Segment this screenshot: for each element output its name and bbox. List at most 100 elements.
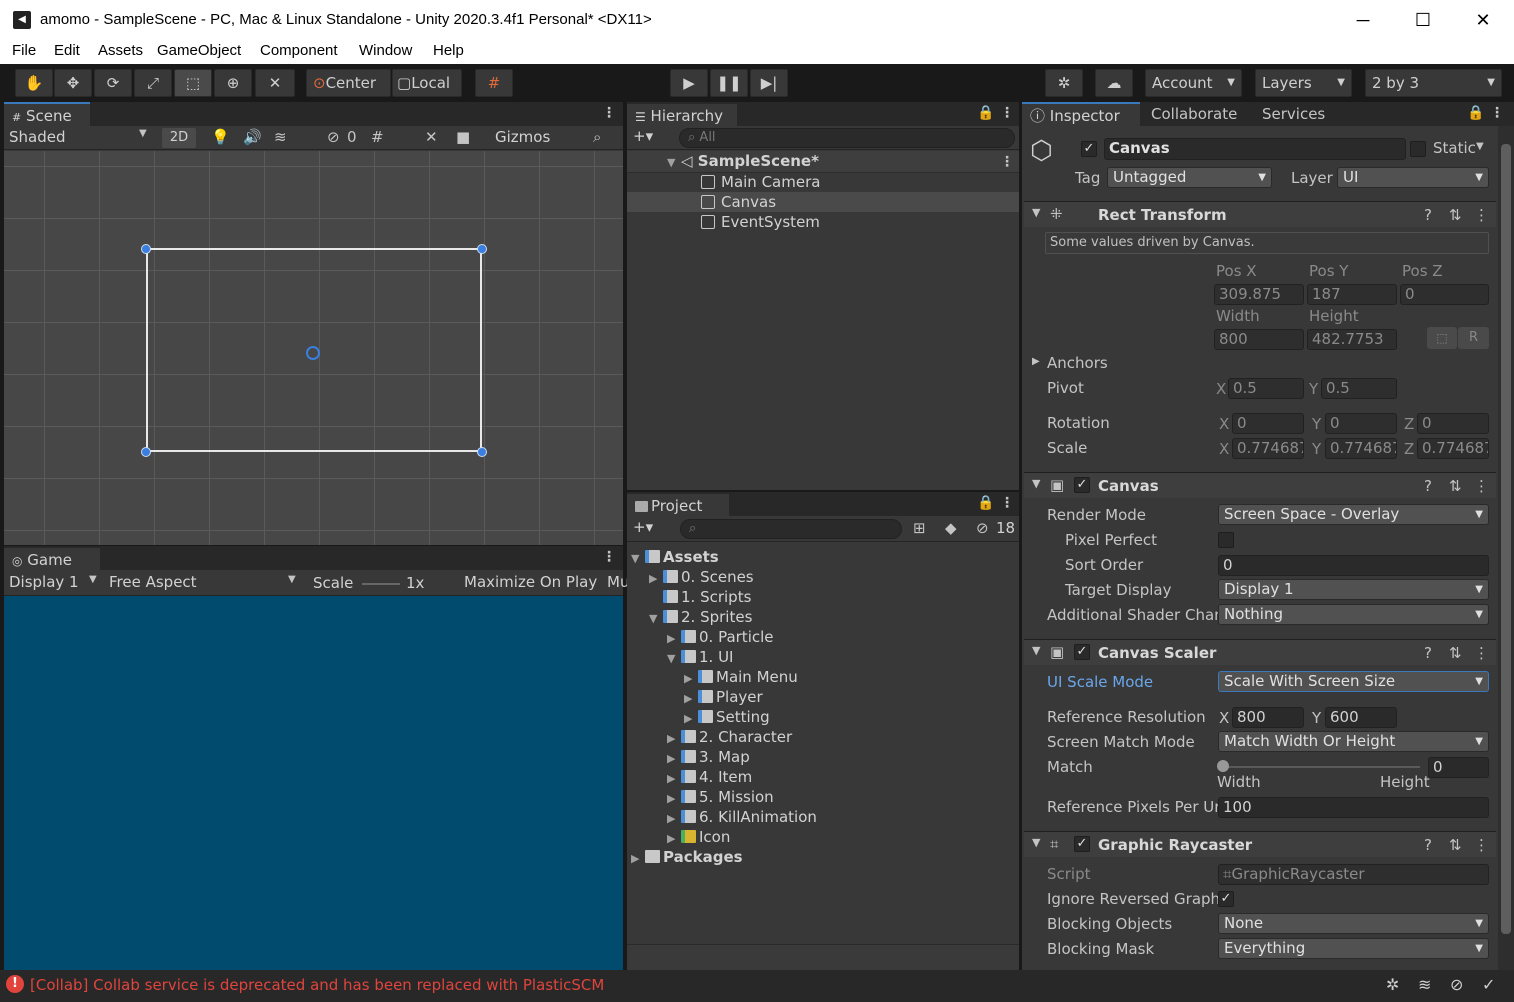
expand-arrow-icon[interactable]: ▶ — [667, 772, 681, 785]
kebab-menu-icon[interactable]: ⋮ — [602, 549, 616, 565]
screen-match-mode-dropdown[interactable]: Match Width Or Height ▼ — [1218, 731, 1489, 752]
tab-services[interactable]: Services — [1262, 102, 1325, 126]
stack-icon[interactable]: ≋ — [1418, 975, 1431, 994]
scene-header-row[interactable]: ▼ ◁ SampleScene* ⋮ — [627, 151, 1019, 173]
kebab-menu-icon[interactable]: ⋮ — [1000, 154, 1014, 170]
help-icon[interactable]: ? — [1424, 644, 1432, 662]
ui-scale-mode-dropdown[interactable]: Scale With Screen Size ▼ — [1218, 671, 1489, 692]
kebab-menu-icon[interactable]: ⋮ — [1490, 105, 1504, 121]
hierarchy-search-input[interactable]: ⌕ All — [679, 128, 1015, 148]
status-message[interactable]: [Collab] Collab service is deprecated an… — [30, 976, 604, 994]
scene-root-item[interactable]: ▼ ◁ SampleScene* — [667, 152, 819, 170]
rect-handle[interactable] — [477, 447, 487, 457]
account-dropdown[interactable]: Account ▼ — [1145, 69, 1242, 97]
blocking-objects-dropdown[interactable]: None ▼ — [1218, 913, 1489, 934]
project-item-ui[interactable]: ▼ 1. UI — [667, 648, 733, 666]
help-icon[interactable]: ? — [1424, 477, 1432, 495]
project-item-assets[interactable]: ▼ Assets — [631, 548, 719, 566]
hand-tool-icon[interactable]: ✋ — [15, 69, 53, 97]
menu-gameobject[interactable]: GameObject — [157, 42, 241, 59]
project-item-sprites[interactable]: ▼ 2. Sprites — [649, 608, 752, 626]
tab-scene[interactable]: # Scene — [4, 102, 90, 126]
scale-tool-icon[interactable]: ⤢ — [134, 69, 172, 97]
lock-icon[interactable]: 🔒 — [1467, 105, 1484, 121]
kebab-menu-icon[interactable]: ⋮ — [1474, 836, 1489, 854]
scrollbar-thumb[interactable] — [1501, 144, 1511, 934]
expand-arrow-icon[interactable]: ▶ — [667, 812, 681, 825]
menu-component[interactable]: Component — [260, 42, 338, 59]
shader-channels-dropdown[interactable]: Nothing ▼ — [1218, 604, 1489, 625]
expand-arrow-icon[interactable]: ▼ — [1032, 206, 1040, 219]
hierarchy-item-eventsystem[interactable]: EventSystem — [701, 213, 820, 231]
hidden-objects-icon[interactable]: ⊘ — [327, 128, 340, 146]
target-display-dropdown[interactable]: Display 1 ▼ — [1218, 579, 1489, 600]
preset-icon[interactable]: ⇅ — [1449, 644, 1462, 662]
minimize-button[interactable]: ─ — [1340, 6, 1386, 34]
tab-game[interactable]: ◎ Game — [4, 546, 100, 570]
ignore-reversed-checkbox[interactable]: ✓ — [1218, 891, 1234, 907]
layout-dropdown[interactable]: 2 by 3 ▼ — [1365, 69, 1502, 97]
bug-off-icon[interactable]: ⊘ — [1450, 975, 1463, 994]
tab-hierarchy[interactable]: ☰ Hierarchy — [627, 102, 737, 126]
ref-y-field[interactable]: 600 — [1325, 707, 1397, 728]
expand-arrow-icon[interactable]: ▼ — [667, 156, 681, 169]
collab-icon[interactable]: ✲ — [1045, 69, 1083, 97]
project-item-icon[interactable]: ▶ Icon — [667, 828, 730, 846]
project-item-item[interactable]: ▶ 4. Item — [667, 768, 752, 786]
shading-dropdown[interactable]: Shaded — [9, 128, 66, 146]
expand-arrow-icon[interactable]: ▶ — [684, 672, 698, 685]
menu-assets[interactable]: Assets — [98, 42, 143, 59]
blocking-mask-dropdown[interactable]: Everything ▼ — [1218, 938, 1489, 959]
inspector-scrollbar[interactable] — [1498, 126, 1514, 970]
expand-arrow-icon[interactable]: ▼ — [1032, 644, 1040, 657]
expand-arrow-icon[interactable]: ▶ — [667, 632, 681, 645]
expand-arrow-icon[interactable]: ▼ — [649, 612, 663, 625]
expand-arrow-icon[interactable]: ▶ — [667, 832, 681, 845]
help-icon[interactable]: ? — [1424, 836, 1432, 854]
tab-collaborate[interactable]: Collaborate — [1151, 102, 1237, 126]
expand-arrow-icon[interactable]: ▼ — [667, 652, 681, 665]
expand-arrow-icon[interactable]: ▶ — [667, 792, 681, 805]
layer-dropdown[interactable]: UI ▼ — [1337, 167, 1489, 188]
expand-arrow-icon[interactable]: ▼ — [1032, 836, 1040, 849]
play-button[interactable]: ▶ — [670, 69, 708, 97]
tab-project[interactable]: Project — [627, 492, 729, 516]
project-item-particle[interactable]: ▶ 0. Particle — [667, 628, 774, 646]
tag-dropdown[interactable]: Untagged ▼ — [1107, 167, 1272, 188]
canvas-enabled-checkbox[interactable]: ✓ — [1074, 477, 1090, 493]
aspect-dropdown[interactable]: Free Aspect — [109, 573, 197, 591]
debug-icon[interactable]: ✲ — [1386, 975, 1399, 994]
expand-arrow-icon[interactable]: ▶ — [649, 572, 663, 585]
pivot-center-button[interactable]: ⊙Center — [306, 69, 391, 97]
project-item-character[interactable]: ▶ 2. Character — [667, 728, 792, 746]
hidden-packages-icon[interactable]: ⊘ — [976, 519, 989, 537]
rect-handle[interactable] — [141, 244, 151, 254]
tools-icon[interactable]: ✕ — [425, 128, 438, 146]
active-checkbox[interactable]: ✓ — [1081, 141, 1097, 157]
sort-order-field[interactable]: 0 — [1218, 555, 1489, 576]
static-checkbox[interactable] — [1410, 141, 1426, 157]
move-tool-icon[interactable]: ✥ — [54, 69, 92, 97]
rect-handle[interactable] — [141, 447, 151, 457]
rotate-tool-icon[interactable]: ⟳ — [94, 69, 132, 97]
kebab-menu-icon[interactable]: ⋮ — [1474, 644, 1489, 662]
expand-arrow-icon[interactable]: ▼ — [1032, 477, 1040, 490]
transform-tool-icon[interactable]: ⊕ — [214, 69, 252, 97]
match-slider-track[interactable] — [1220, 766, 1420, 768]
project-item-main-menu[interactable]: ▶ Main Menu — [684, 668, 798, 686]
hierarchy-item-main-camera[interactable]: Main Camera — [701, 173, 820, 191]
expand-arrow-icon[interactable]: ▶ — [684, 712, 698, 725]
preset-icon[interactable]: ⇅ — [1449, 206, 1462, 224]
match-value-field[interactable]: 0 — [1428, 757, 1489, 778]
project-item-scripts[interactable]: 1. Scripts — [663, 588, 751, 606]
camera-icon[interactable]: ■ — [456, 128, 470, 146]
help-icon[interactable]: ? — [1424, 206, 1432, 224]
cloud-icon[interactable]: ☁ — [1095, 69, 1133, 97]
expand-arrow-icon[interactable]: ▼ — [631, 552, 645, 565]
expand-arrow-icon[interactable]: ▶ — [1032, 356, 1040, 367]
project-item-scenes[interactable]: ▶ 0. Scenes — [649, 568, 754, 586]
rect-tool-icon[interactable]: ⬚ — [174, 69, 212, 97]
audio-icon[interactable]: 🔊 — [243, 128, 262, 146]
filter-type-icon[interactable]: ⊞ — [913, 519, 926, 537]
expand-arrow-icon[interactable]: ▶ — [667, 752, 681, 765]
